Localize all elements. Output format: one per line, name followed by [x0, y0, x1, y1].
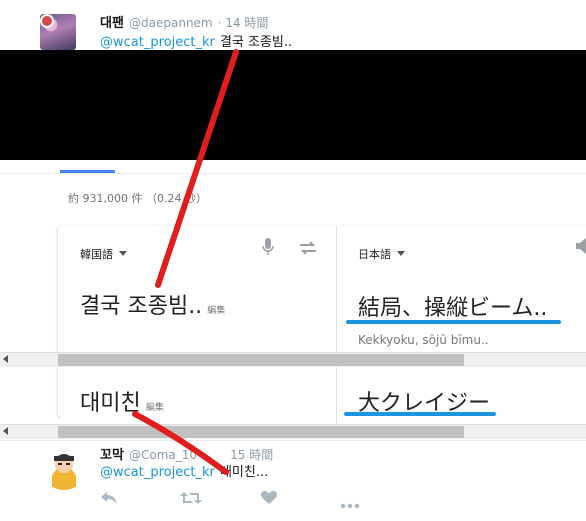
red-annotation-lines — [132, 49, 239, 475]
